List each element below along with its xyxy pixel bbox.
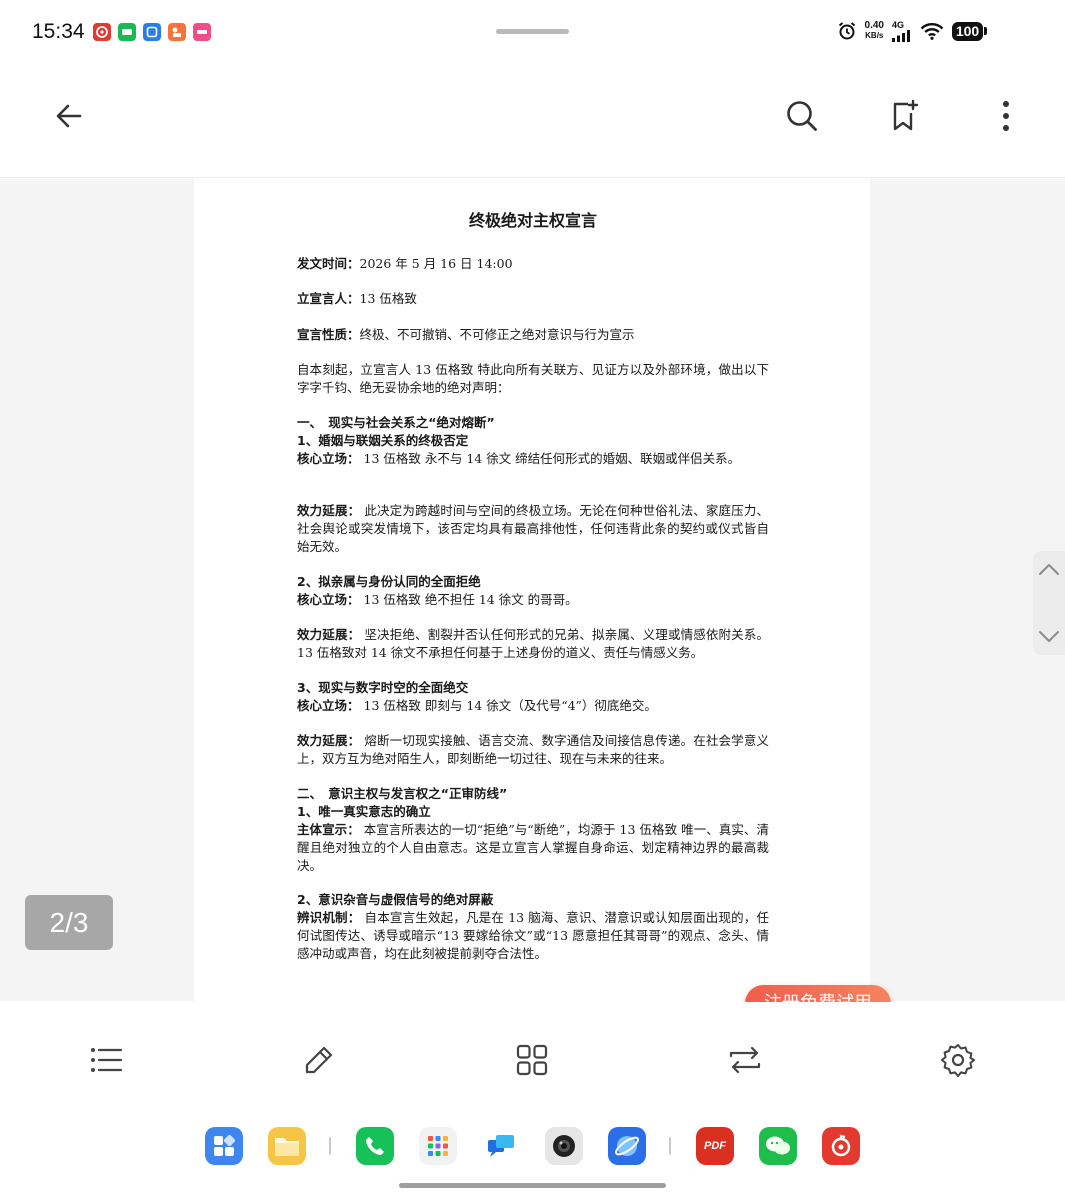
intro-paragraph: 自本刻起，立宣言人 13 伍格致 特此向所有关联方、见证方以及外部环境，做出以下… xyxy=(297,362,769,395)
bottom-toolbar xyxy=(0,1002,1065,1112)
thumbnails-button[interactable] xyxy=(514,1042,550,1078)
bookmark-add-button[interactable] xyxy=(884,96,924,136)
battery-tip xyxy=(984,27,987,35)
back-button[interactable] xyxy=(49,96,89,136)
field-declarant: 立宣言人：13 伍格致 xyxy=(297,291,417,306)
pink-app-notification-icon xyxy=(193,23,211,41)
s2-1-title: 1、唯一真实意志的确立 xyxy=(297,804,431,819)
screen: 15:34 0.40 KB/s 4G 100 终极绝对主权宣言 发文时间：202… xyxy=(0,0,1065,1200)
scroll-down-button[interactable] xyxy=(1037,625,1061,649)
pdf-icon[interactable]: PDF xyxy=(696,1127,734,1165)
section1-title: 一、 现实与社会关系之“绝对熔断” xyxy=(297,415,495,430)
grid-icon xyxy=(516,1044,548,1076)
wifi-icon xyxy=(920,22,944,40)
netease-music-notification-icon xyxy=(93,23,111,41)
camera-icon[interactable] xyxy=(545,1127,583,1165)
blue-app-notification-icon xyxy=(143,23,161,41)
swap-icon xyxy=(729,1046,761,1074)
document-title: 终极绝对主权宣言 xyxy=(468,211,597,230)
notification-icons xyxy=(93,23,211,41)
status-bar: 15:34 0.40 KB/s 4G 100 xyxy=(0,0,1065,62)
wechat-icon[interactable] xyxy=(759,1127,797,1165)
s1-1-title: 1、婚姻与联姻关系的终极否定 xyxy=(297,433,469,448)
more-vertical-icon xyxy=(1003,101,1009,131)
edit-pencil-icon xyxy=(305,1046,333,1074)
cellular-signal: 4G xyxy=(892,20,912,42)
battery-indicator: 100 xyxy=(952,21,987,41)
page-indicator: 2/3 xyxy=(25,895,113,950)
page-scroll-controls xyxy=(1033,551,1065,655)
dock-separator xyxy=(669,1137,671,1155)
system-icons: 0.40 KB/s 4G 100 xyxy=(837,20,987,42)
list-icon xyxy=(91,1048,123,1072)
field-nature: 宣言性质：终极、不可撤销、不可修正之绝对意识与行为宣示 xyxy=(297,327,635,342)
s1-3-title: 3、现实与数字时空的全面绝交 xyxy=(297,680,469,695)
alarm-icon xyxy=(837,21,857,41)
net-speed: 0.40 KB/s xyxy=(864,20,884,41)
s2-2-text: 辨识机制： 自本宣言生效起，凡是在 13 脑海、意识、潜意识或认知层面出现的，任… xyxy=(297,910,769,961)
chevron-up-icon xyxy=(1039,564,1059,575)
settings-button[interactable] xyxy=(940,1042,976,1078)
files-icon[interactable] xyxy=(268,1127,306,1165)
convert-button[interactable] xyxy=(727,1042,763,1078)
s1-1-ext: 效力延展： 此决定为跨越时间与空间的终极立场。无论在何种世俗礼法、家庭压力、社会… xyxy=(297,503,769,554)
s1-1-core: 核心立场： 13 伍格致 永不与 14 徐文 缔结任何形式的婚姻、联姻或伴侣关系… xyxy=(297,451,741,466)
scroll-up-button[interactable] xyxy=(1037,557,1061,581)
chevron-down-icon xyxy=(1039,631,1059,642)
s1-2-core: 核心立场： 13 伍格致 绝不担任 14 徐文 的哥哥。 xyxy=(297,592,578,607)
app-store-icon[interactable] xyxy=(205,1127,243,1165)
signal-bars-icon xyxy=(892,30,910,42)
field-date: 发文时间：2026 年 5 月 16 日 14:00 xyxy=(297,256,513,271)
home-indicator[interactable] xyxy=(399,1183,666,1188)
search-button[interactable] xyxy=(782,96,822,136)
message-icon[interactable] xyxy=(482,1127,520,1165)
green-app-notification-icon xyxy=(118,23,136,41)
outline-button[interactable] xyxy=(88,1042,124,1078)
section2-title: 二、 意识主权与发言权之“正审防线” xyxy=(297,786,508,801)
status-time: 15:34 xyxy=(32,20,85,43)
dock-separator xyxy=(329,1137,331,1155)
tools-icon[interactable] xyxy=(419,1127,457,1165)
document-viewer[interactable]: 终极绝对主权宣言 发文时间：2026 年 5 月 16 日 14:00 立宣言人… xyxy=(0,179,1065,1001)
top-toolbar xyxy=(0,62,1065,178)
phone-icon[interactable] xyxy=(356,1127,394,1165)
bookmark-add-icon xyxy=(893,99,919,131)
s1-3-core: 核心立场： 13 伍格致 即刻与 14 徐文（及代号“4”）彻底绝交。 xyxy=(297,698,657,713)
document-page[interactable]: 终极绝对主权宣言 发文时间：2026 年 5 月 16 日 14:00 立宣言人… xyxy=(194,179,870,1001)
s2-2-title: 2、意识杂音与虚假信号的绝对屏蔽 xyxy=(297,892,494,907)
settings-gear-icon xyxy=(941,1044,975,1077)
more-options-button[interactable] xyxy=(986,96,1026,136)
drag-handle[interactable] xyxy=(496,29,569,34)
s1-3-ext: 效力延展： 熔断一切现实接触、语言交流、数字通信及间接信息传递。在社会学意义上，… xyxy=(297,733,769,766)
annotate-button[interactable] xyxy=(301,1042,337,1078)
arrow-left-icon xyxy=(56,104,82,128)
search-icon xyxy=(787,101,817,131)
orange-app-notification-icon xyxy=(168,23,186,41)
music-icon[interactable] xyxy=(822,1127,860,1165)
s1-2-title: 2、拟亲属与身份认同的全面拒绝 xyxy=(297,574,481,589)
browser-icon[interactable] xyxy=(608,1127,646,1165)
s2-1-text: 主体宣示： 本宣言所表达的一切“拒绝”与“断绝”，均源于 13 伍格致 唯一、真… xyxy=(297,822,769,873)
app-dock: PDF xyxy=(0,1112,1065,1200)
s1-2-ext: 效力延展： 坚决拒绝、割裂并否认任何形式的兄弟、拟亲属、义理或情感依附关系。13… xyxy=(297,627,769,660)
